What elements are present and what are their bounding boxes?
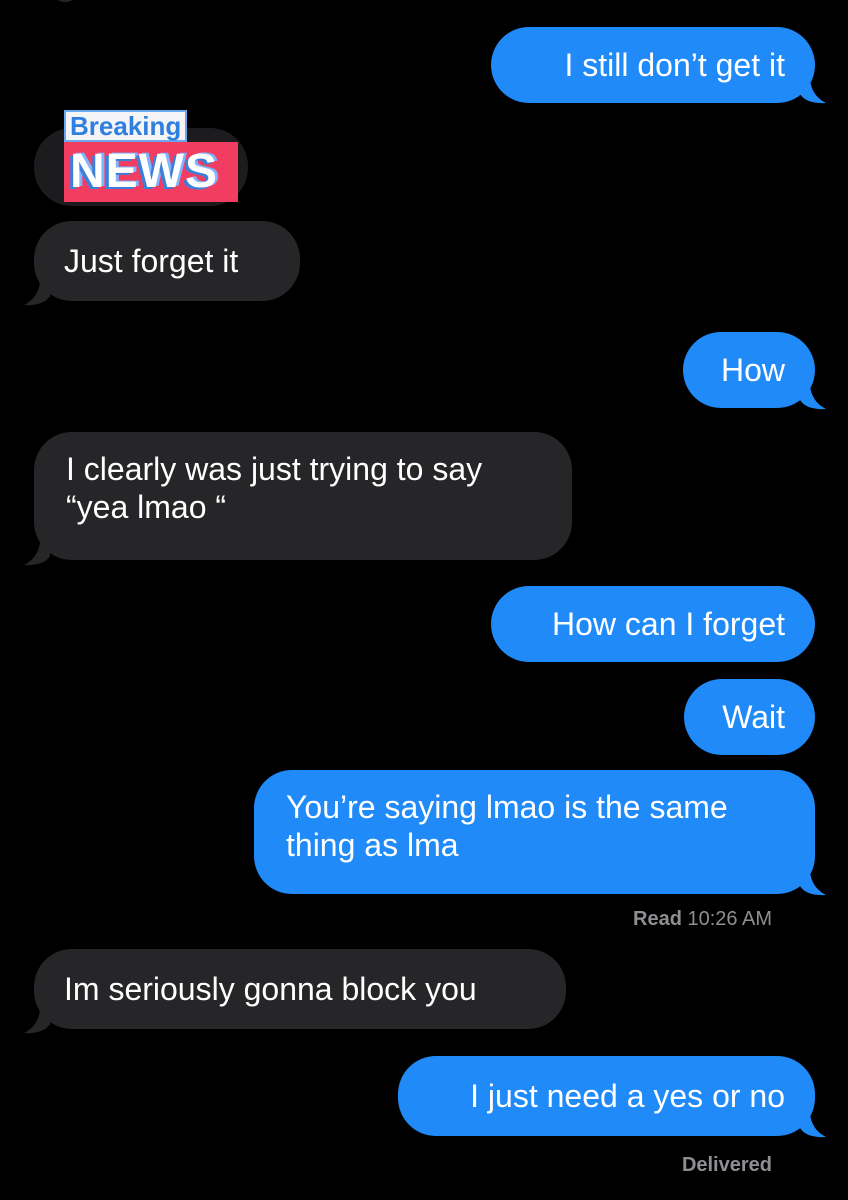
message-text: How can I forget [552,606,785,642]
message-text: I still don’t get it [564,47,785,83]
message-bubble-outgoing[interactable]: How can I forget [491,586,815,662]
message-bubble-incoming[interactable]: I clearly was just trying to say “yea lm… [34,432,572,560]
read-time: 10:26 AM [687,908,772,930]
message-bubble-outgoing[interactable]: I just need a yes or no [398,1056,815,1136]
message-bubble-outgoing[interactable]: I still don’t get it [491,27,815,103]
previous-bubble-tail [57,0,73,2]
message-text: Wait [722,699,785,735]
message-bubble-incoming[interactable]: Im seriously gonna block you [34,949,566,1029]
message-bubble-incoming[interactable]: Just forget it [34,221,300,301]
read-receipt: Read 10:26 AM [633,907,772,931]
message-bubble-outgoing[interactable]: You’re saying lmao is the same thing as … [254,770,815,894]
breaking-news-sticker[interactable]: Breaking NEWS [64,110,238,202]
message-text: Im seriously gonna block you [64,971,477,1007]
message-text: I clearly was just trying to say “yea lm… [66,451,483,525]
sticker-news-text: NEWS [64,142,238,202]
message-text: How [720,352,785,388]
message-text: You’re saying lmao is the same thing as … [286,789,728,863]
read-label: Read [633,908,682,930]
message-text: I just need a yes or no [470,1078,785,1114]
sticker-breaking-text: Breaking [64,110,188,142]
message-bubble-outgoing[interactable]: How [683,332,815,408]
message-thread: I still don’t get it Breaking NEWS Just … [0,0,848,1200]
message-text: Just forget it [64,243,239,279]
delivered-receipt: Delivered [681,1154,772,1176]
message-bubble-outgoing[interactable]: Wait [684,679,815,755]
